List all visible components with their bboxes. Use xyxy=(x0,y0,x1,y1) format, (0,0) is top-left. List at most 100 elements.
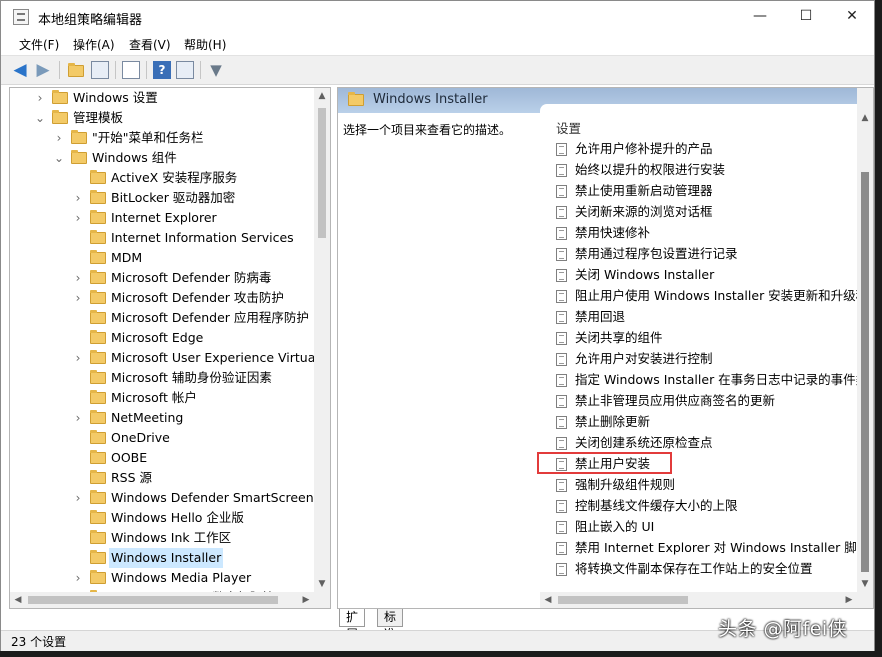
toolbar-separator xyxy=(200,61,201,79)
status-text: 23 个设置 xyxy=(11,635,67,649)
close-button[interactable]: ✕ xyxy=(829,1,875,32)
scroll-down-arrow-icon[interactable]: ▼ xyxy=(857,576,873,592)
tree-item-label: Microsoft Defender 攻击防护 xyxy=(111,290,284,305)
tree-item-label: ActiveX 安装程序服务 xyxy=(111,170,238,185)
filter-icon[interactable]: ▼ xyxy=(207,61,225,79)
folder-icon xyxy=(348,92,364,106)
tree-vertical-scrollbar[interactable]: ▲ ▼ xyxy=(314,88,330,592)
scroll-thumb[interactable] xyxy=(861,172,869,572)
description-text: 选择一个项目来查看它的描述。 xyxy=(343,123,512,137)
folder-icon xyxy=(90,210,106,224)
maximize-button[interactable]: ☐ xyxy=(783,1,829,32)
chevron-right-icon[interactable]: › xyxy=(34,88,46,108)
back-arrow-icon[interactable]: ◀ xyxy=(11,61,29,79)
folder-icon xyxy=(90,190,106,204)
policy-setting-icon xyxy=(556,416,567,429)
scroll-thumb[interactable] xyxy=(318,108,326,238)
chevron-right-icon[interactable]: › xyxy=(72,488,84,508)
scroll-corner xyxy=(314,592,330,608)
title-bar: 本地组策略编辑器 — ☐ ✕ xyxy=(1,1,874,32)
tree-item-label: MDM xyxy=(111,250,143,265)
chevron-right-icon[interactable]: › xyxy=(72,208,84,228)
chevron-right-icon[interactable]: › xyxy=(72,568,84,588)
policy-setting-icon xyxy=(556,479,567,492)
policy-setting-icon xyxy=(556,311,567,324)
policy-setting-icon xyxy=(556,206,567,219)
tree-item-label: Microsoft Defender 防病毒 xyxy=(111,270,272,285)
setting-label: 允许用户对安装进行控制 xyxy=(575,351,713,366)
column-header-setting[interactable]: 设置 xyxy=(556,118,581,137)
scroll-up-arrow-icon[interactable]: ▲ xyxy=(857,110,873,126)
scroll-up-arrow-icon[interactable]: ▲ xyxy=(314,88,330,104)
policy-setting-icon xyxy=(556,332,567,345)
setting-label: 阻止嵌入的 UI xyxy=(575,519,655,534)
tab-standard[interactable]: 标准 xyxy=(377,609,404,641)
setting-label: 禁止使用重新启动管理器 xyxy=(575,183,713,198)
policy-setting-icon xyxy=(556,395,567,408)
chevron-right-icon[interactable]: › xyxy=(72,348,84,368)
tree-item-label: Windows Installer xyxy=(109,548,224,568)
scroll-right-arrow-icon[interactable]: ▶ xyxy=(298,592,314,608)
window-title: 本地组策略编辑器 xyxy=(38,13,143,28)
setting-label: 阻止用户使用 Windows Installer 安装更新和升级程序 xyxy=(575,288,874,303)
folder-icon xyxy=(90,170,106,184)
chevron-right-icon[interactable]: › xyxy=(72,268,84,288)
details-horizontal-scrollbar[interactable]: ◀ ▶ xyxy=(540,592,857,608)
scroll-thumb[interactable] xyxy=(558,596,688,604)
chevron-right-icon[interactable]: › xyxy=(53,128,65,148)
chevron-down-icon[interactable]: ⌄ xyxy=(34,108,46,128)
scroll-down-arrow-icon[interactable]: ▼ xyxy=(314,576,330,592)
group-policy-editor-window: 本地组策略编辑器 — ☐ ✕ 文件(F) 操作(A) 查看(V) 帮助(H) ◀… xyxy=(0,0,875,651)
setting-label: 禁用 Internet Explorer 对 Windows Installer… xyxy=(575,540,873,555)
tree-item-label: Microsoft Edge xyxy=(111,330,204,345)
policy-setting-icon xyxy=(556,248,567,261)
menu-view[interactable]: 查看(V) xyxy=(129,36,171,53)
tree-horizontal-scrollbar[interactable]: ◀ ▶ xyxy=(10,592,314,608)
setting-label: 关闭 Windows Installer xyxy=(575,267,715,282)
tree-item-label: Windows Defender SmartScreen xyxy=(111,490,314,505)
chevron-right-icon[interactable]: › xyxy=(72,288,84,308)
tree-item-label: Microsoft 帐户 xyxy=(111,390,197,405)
scroll-right-arrow-icon[interactable]: ▶ xyxy=(841,592,857,608)
folder-icon xyxy=(90,330,106,344)
menu-bar: 文件(F) 操作(A) 查看(V) 帮助(H) xyxy=(1,32,874,54)
folder-icon xyxy=(71,130,87,144)
forward-arrow-icon[interactable]: ▶ xyxy=(34,61,52,79)
setting-label: 禁止删除更新 xyxy=(575,414,651,429)
folder-icon xyxy=(90,390,106,404)
help-icon[interactable]: ? xyxy=(153,61,171,79)
up-folder-icon[interactable] xyxy=(67,61,85,79)
properties-icon[interactable] xyxy=(176,61,194,79)
setting-label: 禁用回退 xyxy=(575,309,626,324)
setting-label: 禁用通过程序包设置进行记录 xyxy=(575,246,738,261)
folder-icon xyxy=(52,90,68,104)
tree-item-label: Microsoft Defender 应用程序防护 xyxy=(111,310,309,325)
setting-label: 始终以提升的权限进行安装 xyxy=(575,162,726,177)
chevron-down-icon[interactable]: ⌄ xyxy=(53,148,65,168)
tree-item-label: Internet Information Services xyxy=(111,230,294,245)
menu-action[interactable]: 操作(A) xyxy=(73,36,115,53)
policy-setting-icon xyxy=(556,353,567,366)
tree-item-label: 管理模板 xyxy=(73,110,124,125)
tree-item-label: Internet Explorer xyxy=(111,210,217,225)
policy-setting-icon xyxy=(556,164,567,177)
minimize-button[interactable]: — xyxy=(737,1,783,32)
menu-help[interactable]: 帮助(H) xyxy=(184,36,226,53)
policy-setting-icon xyxy=(556,290,567,303)
menu-file[interactable]: 文件(F) xyxy=(19,36,59,53)
policy-setting-icon xyxy=(556,143,567,156)
setting-label: 将转换文件副本保存在工作站上的安全位置 xyxy=(575,561,813,576)
export-list-icon[interactable] xyxy=(122,61,140,79)
chevron-right-icon[interactable]: › xyxy=(72,188,84,208)
folder-icon xyxy=(90,350,106,364)
show-hide-tree-icon[interactable] xyxy=(91,61,109,79)
scroll-thumb[interactable] xyxy=(28,596,278,604)
tab-extended[interactable]: 扩展 xyxy=(339,609,366,641)
details-vertical-scrollbar[interactable]: ▲ ▼ xyxy=(857,88,873,592)
folder-icon xyxy=(90,270,106,284)
toolbar: ◀ ▶ ? ▼ xyxy=(1,55,874,85)
scroll-left-arrow-icon[interactable]: ◀ xyxy=(540,592,556,608)
folder-icon xyxy=(90,530,106,544)
scroll-left-arrow-icon[interactable]: ◀ xyxy=(10,592,26,608)
chevron-right-icon[interactable]: › xyxy=(72,408,84,428)
